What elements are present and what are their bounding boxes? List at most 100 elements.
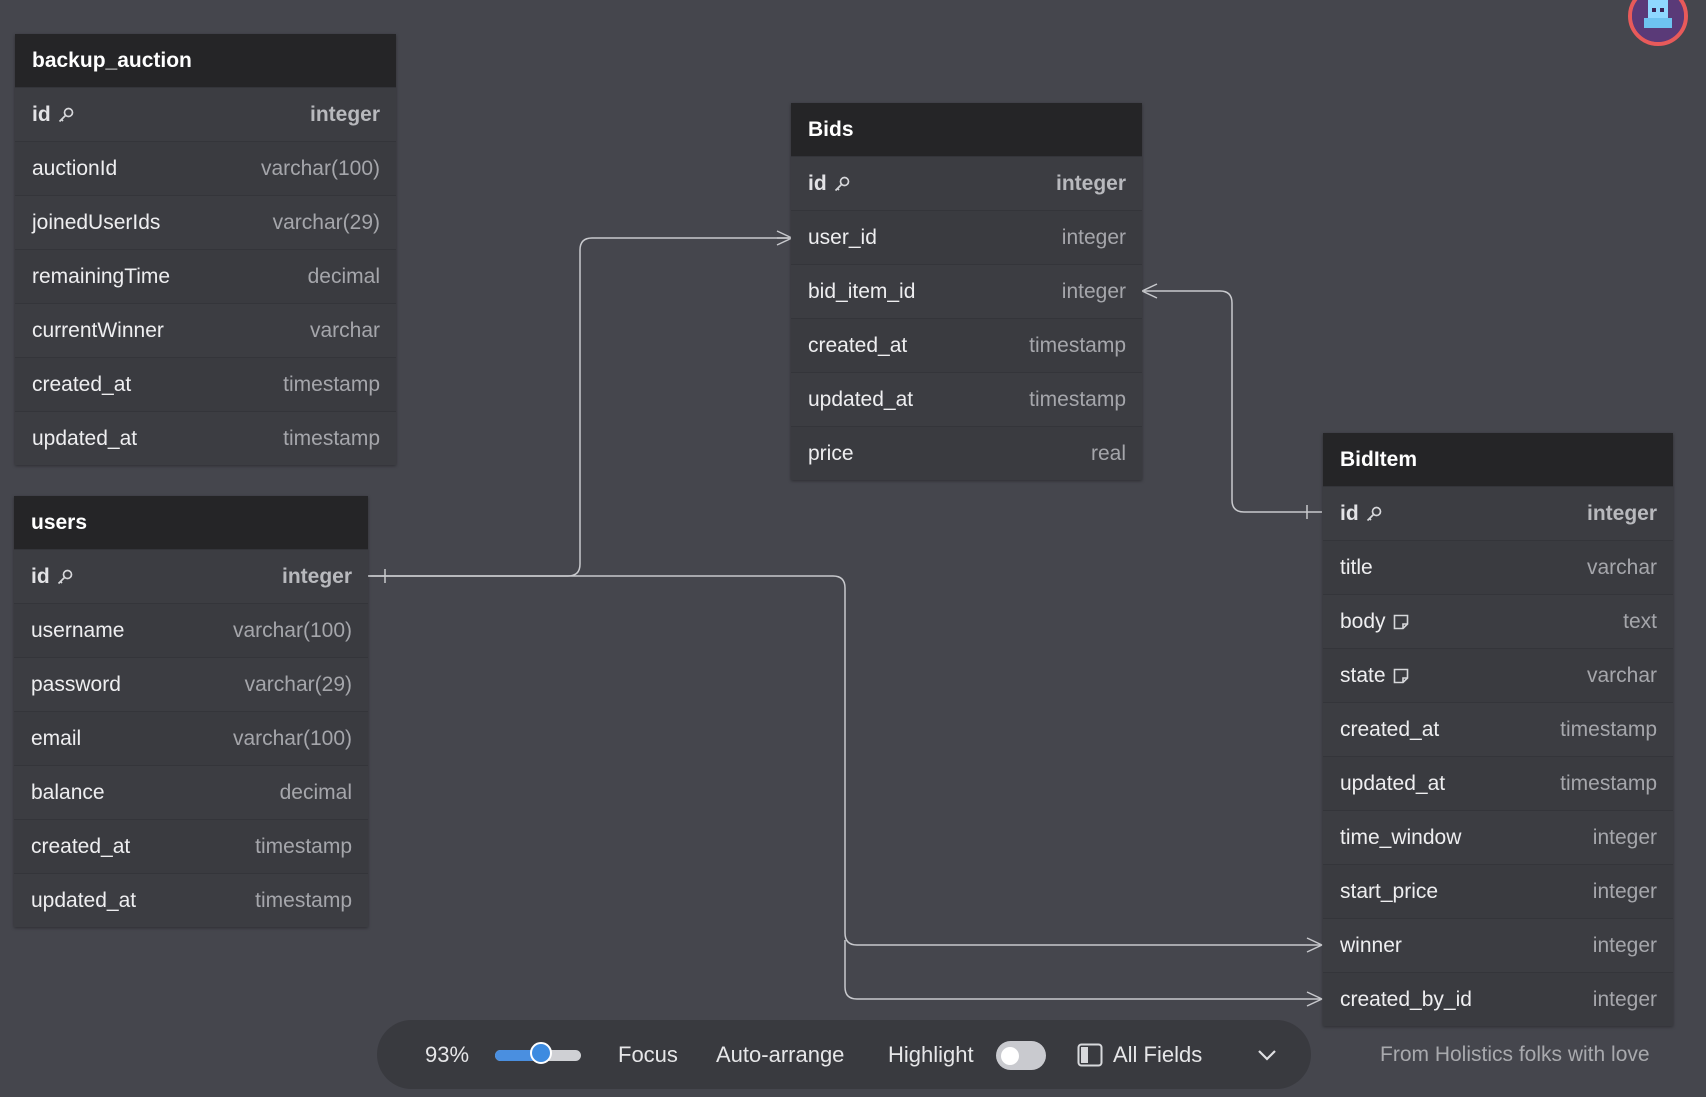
table-users[interactable]: users id integer username varchar(100) passw… xyxy=(14,496,368,927)
field-row-time_window[interactable]: time_window integer xyxy=(1323,810,1673,864)
field-name: created_at xyxy=(31,835,130,859)
chevron-down-icon xyxy=(1258,1049,1276,1061)
field-row-updated_at[interactable]: updated_at timestamp xyxy=(14,873,368,927)
field-type: timestamp xyxy=(1560,717,1657,741)
field-row-start_price[interactable]: start_price integer xyxy=(1323,864,1673,918)
field-type: varchar(29) xyxy=(272,210,380,234)
field-name-text: winner xyxy=(1340,933,1402,957)
note-icon xyxy=(1393,668,1408,683)
field-type: integer xyxy=(1586,501,1657,525)
highlight-toggle[interactable] xyxy=(996,1041,1046,1070)
field-row-email[interactable]: email varchar(100) xyxy=(14,711,368,765)
field-row-user_id[interactable]: user_id integer xyxy=(791,210,1142,264)
field-type: decimal xyxy=(279,780,352,804)
field-name: start_price xyxy=(1340,880,1438,904)
table-header[interactable]: BidItem xyxy=(1323,433,1673,486)
field-name: body xyxy=(1340,610,1410,634)
zoom-level: 93% xyxy=(425,1041,470,1067)
key-icon xyxy=(57,569,73,584)
field-row-created_at[interactable]: created_at timestamp xyxy=(15,357,396,411)
field-type: text xyxy=(1623,609,1657,633)
table-header[interactable]: backup_auction xyxy=(15,34,396,87)
field-row-body[interactable]: body text xyxy=(1323,594,1673,648)
field-name-text: id xyxy=(1340,501,1359,525)
field-row-currentWinner[interactable]: currentWinner varchar xyxy=(15,303,396,357)
relation-users-winner xyxy=(368,575,1322,946)
diagram-toolbar: 93% Focus Auto-arrange Highlight All Fie… xyxy=(377,1020,1311,1089)
key-icon xyxy=(1366,506,1382,521)
field-type: varchar(100) xyxy=(232,726,352,750)
table-header[interactable]: users xyxy=(14,496,368,549)
field-name: updated_at xyxy=(808,388,913,412)
crowfoot-bids-user_id xyxy=(776,230,793,246)
field-row-joinedUserIds[interactable]: joinedUserIds varchar(29) xyxy=(15,195,396,249)
field-name: balance xyxy=(31,781,105,805)
table-fields: id integer auctionId varchar(100) joinedUser… xyxy=(15,87,396,465)
field-type: timestamp xyxy=(1029,387,1126,411)
fields-dropdown-button[interactable] xyxy=(1257,1020,1277,1089)
field-type: integer xyxy=(1061,279,1126,303)
zoom-slider[interactable] xyxy=(495,1042,581,1064)
table-backup_auction[interactable]: backup_auction id integer auctionId varchar… xyxy=(15,34,396,465)
field-name: auctionId xyxy=(32,157,117,181)
field-row-balance[interactable]: balance decimal xyxy=(14,765,368,819)
field-name-text: id xyxy=(32,102,51,126)
field-type: integer xyxy=(281,564,352,588)
avatar-icon xyxy=(1632,0,1684,42)
field-type: integer xyxy=(1592,987,1657,1011)
field-name-text: price xyxy=(808,441,854,465)
fields-selector-label: All Fields xyxy=(1113,1041,1203,1067)
field-row-created_at[interactable]: created_at timestamp xyxy=(14,819,368,873)
field-name: state xyxy=(1340,664,1410,688)
panel-icon xyxy=(1077,1043,1103,1066)
field-row-auctionId[interactable]: auctionId varchar(100) xyxy=(15,141,396,195)
field-row-created_by_id[interactable]: created_by_id integer xyxy=(1323,972,1673,1026)
field-row-id[interactable]: id integer xyxy=(1323,486,1673,540)
field-row-id[interactable]: id integer xyxy=(791,156,1142,210)
field-name: id xyxy=(31,565,74,589)
field-name-text: password xyxy=(31,672,121,696)
field-row-password[interactable]: password varchar(29) xyxy=(14,657,368,711)
field-row-updated_at[interactable]: updated_at timestamp xyxy=(15,411,396,465)
field-row-username[interactable]: username varchar(100) xyxy=(14,603,368,657)
diagram-canvas[interactable]: backup_auction id integer auctionId varchar… xyxy=(0,0,1706,1097)
field-name-text: start_price xyxy=(1340,879,1439,903)
field-row-title[interactable]: title varchar xyxy=(1323,540,1673,594)
field-name-text: created_at xyxy=(1340,717,1440,741)
table-biditem[interactable]: BidItem id integer title varchar body text sta… xyxy=(1323,433,1673,1026)
field-type: timestamp xyxy=(283,372,380,396)
field-name-text: auctionId xyxy=(32,156,118,180)
field-name: remainingTime xyxy=(32,265,170,289)
field-row-remainingTime[interactable]: remainingTime decimal xyxy=(15,249,396,303)
field-name: updated_at xyxy=(31,889,136,913)
field-row-updated_at[interactable]: updated_at timestamp xyxy=(1323,756,1673,810)
field-type: timestamp xyxy=(283,426,380,450)
field-type: varchar xyxy=(309,318,380,342)
field-type: integer xyxy=(1592,879,1657,903)
focus-button[interactable]: Focus xyxy=(618,1020,678,1089)
field-row-created_at[interactable]: created_at timestamp xyxy=(1323,702,1673,756)
fields-selector[interactable]: All Fields xyxy=(1077,1020,1202,1089)
note-icon xyxy=(1393,614,1408,629)
field-name: user_id xyxy=(808,226,877,250)
field-row-bid_item_id[interactable]: bid_item_id integer xyxy=(791,264,1142,318)
table-bids[interactable]: Bids id integer user_id integer bid_item_id i… xyxy=(791,103,1142,480)
field-row-id[interactable]: id integer xyxy=(14,549,368,603)
auto-arrange-button[interactable]: Auto-arrange xyxy=(716,1020,844,1089)
field-type: varchar xyxy=(1586,555,1657,579)
field-name-text: created_at xyxy=(808,333,908,357)
field-name-text: time_window xyxy=(1340,825,1462,849)
table-fields: id integer title varchar body text state varcha… xyxy=(1323,486,1673,1026)
field-row-updated_at[interactable]: updated_at timestamp xyxy=(791,372,1142,426)
field-name-text: created_at xyxy=(32,372,132,396)
field-row-price[interactable]: price real xyxy=(791,426,1142,480)
field-name: created_at xyxy=(808,334,907,358)
field-row-created_at[interactable]: created_at timestamp xyxy=(791,318,1142,372)
field-name-text: currentWinner xyxy=(32,318,164,342)
field-type: integer xyxy=(1061,225,1126,249)
field-row-state[interactable]: state varchar xyxy=(1323,648,1673,702)
field-row-id[interactable]: id integer xyxy=(15,87,396,141)
field-row-winner[interactable]: winner integer xyxy=(1323,918,1673,972)
table-header[interactable]: Bids xyxy=(791,103,1142,156)
field-name: updated_at xyxy=(32,427,137,451)
